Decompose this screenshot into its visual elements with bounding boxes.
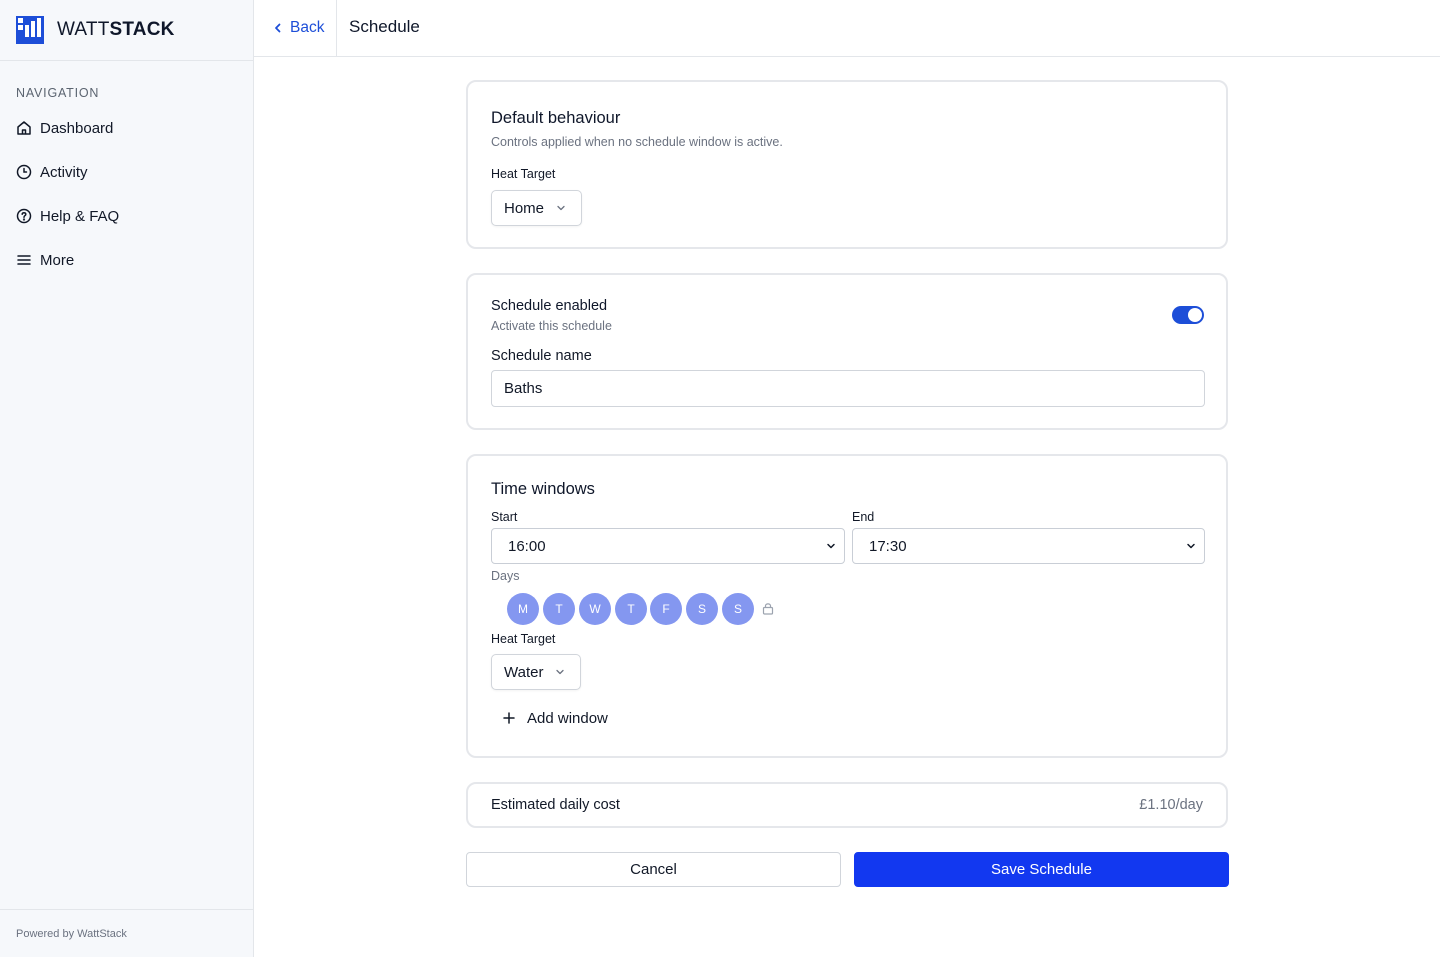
clock-icon bbox=[16, 164, 32, 180]
sidebar-item-help[interactable]: Help & FAQ bbox=[16, 204, 119, 228]
toggle-knob bbox=[1188, 308, 1202, 322]
add-window-button[interactable]: Add window bbox=[503, 708, 608, 728]
add-window-label: Add window bbox=[527, 709, 608, 727]
sidebar-item-dashboard[interactable]: Dashboard bbox=[16, 116, 113, 140]
day-tuesday[interactable]: T bbox=[543, 593, 575, 625]
schedule-name-value: Baths bbox=[504, 380, 543, 397]
brand: WATTSTACK bbox=[0, 0, 253, 61]
dropdown-value: Water bbox=[504, 663, 544, 681]
default-behaviour-title: Default behaviour bbox=[491, 109, 621, 127]
schedule-enabled-label: Schedule enabled bbox=[491, 298, 608, 314]
page-title: Schedule bbox=[349, 17, 420, 36]
day-wednesday[interactable]: W bbox=[579, 593, 611, 625]
estimated-cost-label: Estimated daily cost bbox=[491, 797, 620, 813]
back-label: Back bbox=[290, 19, 325, 36]
menu-icon bbox=[17, 255, 31, 265]
help-circle-icon bbox=[16, 208, 32, 224]
schedule-settings-card: Schedule enabled Activate this schedule … bbox=[466, 273, 1228, 430]
default-behaviour-card: Default behaviour Controls applied when … bbox=[466, 80, 1228, 249]
sidebar-item-label: Activity bbox=[40, 163, 88, 181]
powered-by: Powered by WattStack bbox=[0, 909, 253, 957]
start-time-select[interactable]: 16:00 bbox=[491, 528, 845, 564]
end-label: End bbox=[852, 510, 875, 524]
chevron-down-icon bbox=[827, 543, 835, 549]
time-windows-title: Time windows bbox=[491, 480, 595, 498]
day-sunday[interactable]: S bbox=[722, 593, 754, 625]
sidebar-item-label: Dashboard bbox=[40, 119, 114, 137]
cancel-button[interactable]: Cancel bbox=[466, 852, 841, 887]
window-heat-target-dropdown[interactable]: Water bbox=[491, 654, 581, 690]
chevron-down-icon bbox=[1187, 543, 1195, 549]
schedule-enabled-toggle[interactable] bbox=[1172, 306, 1204, 324]
chevron-left-icon bbox=[275, 23, 281, 33]
wattstack-logo-icon bbox=[16, 16, 44, 44]
chevron-down-icon bbox=[557, 205, 565, 211]
end-time-select[interactable]: 17:30 bbox=[852, 528, 1205, 564]
schedule-name-input[interactable]: Baths bbox=[491, 370, 1205, 407]
heat-target-label: Heat Target bbox=[491, 167, 556, 181]
schedule-enabled-description: Activate this schedule bbox=[491, 319, 612, 333]
topbar: Back Schedule bbox=[254, 0, 1440, 57]
lock-icon bbox=[762, 603, 774, 615]
home-icon bbox=[17, 121, 31, 135]
days-label: Days bbox=[491, 569, 520, 583]
day-saturday[interactable]: S bbox=[686, 593, 718, 625]
sidebar: WATTSTACK NAVIGATION Dashboard Activity … bbox=[0, 0, 254, 957]
estimated-cost-card: Estimated daily cost £1.10/day bbox=[466, 782, 1228, 828]
brand-name: WATTSTACK bbox=[57, 19, 175, 40]
end-time-value: 17:30 bbox=[869, 537, 907, 555]
save-schedule-button[interactable]: Save Schedule bbox=[854, 852, 1229, 887]
schedule-name-label: Schedule name bbox=[491, 348, 592, 364]
sidebar-item-activity[interactable]: Activity bbox=[16, 160, 88, 184]
back-button[interactable]: Back bbox=[254, 0, 337, 56]
time-windows-card: Time windows Start End 16:00 17:30 Days … bbox=[466, 454, 1228, 758]
dropdown-value: Home bbox=[504, 199, 545, 217]
window-heat-target-label: Heat Target bbox=[491, 632, 556, 646]
sidebar-item-more[interactable]: More bbox=[16, 248, 74, 272]
day-friday[interactable]: F bbox=[650, 593, 682, 625]
sidebar-item-label: Help & FAQ bbox=[40, 207, 120, 225]
chevron-down-icon bbox=[556, 669, 565, 675]
sidebar-item-label: More bbox=[40, 251, 75, 269]
estimated-cost-value: £1.10/day bbox=[1139, 797, 1203, 813]
plus-icon bbox=[503, 712, 515, 724]
default-heat-target-dropdown[interactable]: Home bbox=[491, 190, 582, 226]
default-behaviour-description: Controls applied when no schedule window… bbox=[491, 135, 783, 149]
nav-heading: NAVIGATION bbox=[16, 86, 100, 100]
day-monday[interactable]: M bbox=[507, 593, 539, 625]
day-thursday[interactable]: T bbox=[615, 593, 647, 625]
start-label: Start bbox=[491, 510, 518, 524]
start-time-value: 16:00 bbox=[508, 537, 546, 555]
